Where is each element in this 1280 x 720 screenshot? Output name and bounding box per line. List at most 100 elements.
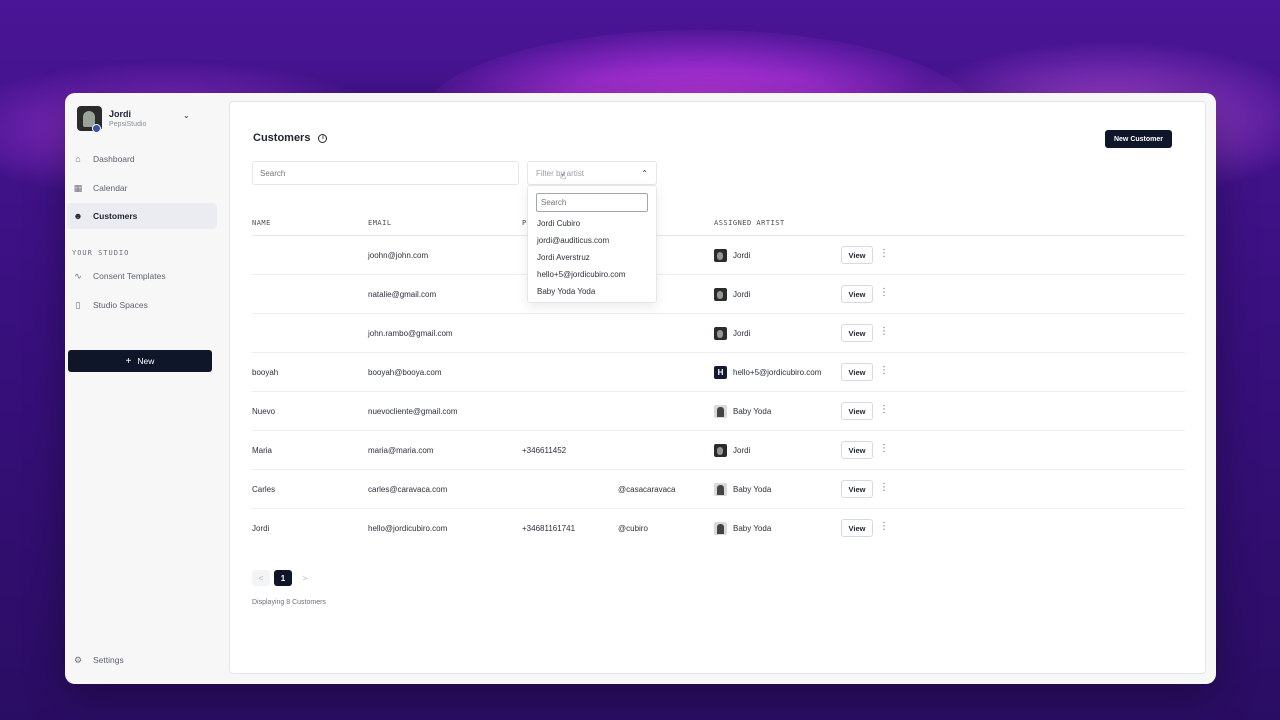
sidebar-item-dashboard[interactable]: ⌂ Dashboard <box>67 146 217 172</box>
more-vertical-icon[interactable]: ⋮ <box>879 365 889 377</box>
sidebar-item-label: Studio Spaces <box>93 300 148 310</box>
sidebar-item-calendar[interactable]: ▦ Calendar <box>67 175 217 201</box>
customer-phone: +346611452 <box>522 446 567 455</box>
dropdown-option[interactable]: Baby Yoda Yoda <box>537 287 595 296</box>
plus-icon: + <box>125 355 132 367</box>
more-vertical-icon[interactable]: ⋮ <box>879 326 889 338</box>
assigned-artist: Jordi <box>714 444 750 457</box>
door-icon: ▯ <box>75 300 81 310</box>
customer-phone: +34681161741 <box>522 524 576 533</box>
view-button[interactable]: View <box>841 246 873 264</box>
info-icon[interactable]: i <box>318 133 328 143</box>
view-button[interactable]: View <box>841 402 873 420</box>
page-title-text: Customers <box>253 132 311 144</box>
home-icon: ⌂ <box>75 154 81 164</box>
column-header-assigned-artist: ASSIGNED ARTIST <box>714 219 785 227</box>
sidebar-item-label: Dashboard <box>93 154 135 164</box>
customer-name: Nuevo <box>252 407 276 416</box>
customer-email: hello@jordicubiro.com <box>368 524 448 533</box>
sidebar-item-settings[interactable]: ⚙ Settings <box>67 647 217 673</box>
page-button-1[interactable]: 1 <box>274 570 292 586</box>
assigned-artist: Baby Yoda <box>714 405 771 418</box>
assigned-artist: Jordi <box>714 327 750 340</box>
customer-social: @casacaravaca <box>618 485 676 494</box>
dropdown-search-input[interactable] <box>536 193 648 212</box>
table-row: Maria maria@maria.com +346611452 Jordi V… <box>252 431 1185 470</box>
new-button-label: New <box>137 356 155 366</box>
view-button[interactable]: View <box>841 285 873 303</box>
customer-email: carles@caravaca.com <box>368 485 448 494</box>
new-customer-button[interactable]: New Customer <box>1105 130 1172 148</box>
assigned-artist: Hhello+5@jordicubiro.com <box>714 366 821 379</box>
more-vertical-icon[interactable]: ⋮ <box>879 404 889 416</box>
more-vertical-icon[interactable]: ⋮ <box>879 521 889 533</box>
app-window: Jordi PepsiStudio ⌄ ⌂ Dashboard ▦ Calend… <box>65 93 1216 684</box>
more-vertical-icon[interactable]: ⋮ <box>879 482 889 494</box>
view-button[interactable]: View <box>841 363 873 381</box>
pagination: < 1 > <box>252 570 318 586</box>
artist-name: Baby Yoda <box>733 407 772 416</box>
more-vertical-icon[interactable]: ⋮ <box>879 443 889 455</box>
customer-email: john.rambo@gmail.com <box>368 329 453 338</box>
column-header-email: EMAIL <box>368 219 392 227</box>
artist-avatar <box>714 444 727 457</box>
assigned-artist: Baby Yoda <box>714 483 771 496</box>
artist-name: Jordi <box>733 446 751 455</box>
view-button[interactable]: View <box>841 324 873 342</box>
table-row: Jordi hello@jordicubiro.com +34681161741… <box>252 509 1185 548</box>
new-button[interactable]: + New <box>68 350 212 372</box>
customer-email: natalie@gmail.com <box>368 290 437 299</box>
artist-name: Jordi <box>733 290 751 299</box>
artist-filter-dropdown: Jordi Cubiro jordi@auditicus.com Jordi A… <box>527 185 657 303</box>
gear-icon: ⚙ <box>73 655 83 665</box>
table-row: joohn@john.com Jordi View ⋮ <box>252 236 1185 275</box>
signature-icon: ∿ <box>74 271 82 281</box>
column-header-phone: P <box>522 219 527 227</box>
view-button[interactable]: View <box>841 441 873 459</box>
view-button[interactable]: View <box>841 480 873 498</box>
assigned-artist: Jordi <box>714 288 750 301</box>
table-row: Carles carles@caravaca.com @casacaravaca… <box>252 470 1185 509</box>
sidebar-item-customers[interactable]: ☻ Customers <box>67 203 217 229</box>
more-vertical-icon[interactable]: ⋮ <box>879 287 889 299</box>
assigned-artist: Baby Yoda <box>714 522 771 535</box>
artist-name: Jordi <box>733 251 751 260</box>
artist-name: hello+5@jordicubiro.com <box>733 368 822 377</box>
sidebar-item-label: Customers <box>93 211 138 221</box>
dropdown-option[interactable]: jordi@auditicus.com <box>537 236 609 245</box>
next-page-button[interactable]: > <box>296 570 314 586</box>
artist-name: Baby Yoda <box>733 524 772 533</box>
pointer-cursor-icon: ☝ <box>560 171 567 182</box>
dropdown-option[interactable]: Jordi Averstruz <box>537 253 590 262</box>
artist-avatar: H <box>714 366 727 379</box>
customer-email: nuevocliente@gmail.com <box>368 407 458 416</box>
artist-filter-select[interactable]: Filter by artist ⌃ ☝ <box>527 161 657 185</box>
calendar-icon: ▦ <box>73 183 83 193</box>
page-title: Customers i <box>253 132 328 144</box>
dropdown-option[interactable]: hello+5@jordicubiro.com <box>537 270 625 279</box>
sidebar-item-label: Settings <box>93 655 124 665</box>
artist-avatar <box>714 522 727 535</box>
studio-subtitle: PepsiStudio <box>109 120 147 128</box>
sidebar-item-consent-templates[interactable]: ∿ Consent Templates <box>67 263 217 289</box>
chevron-down-icon[interactable]: ⌄ <box>183 111 193 121</box>
sidebar-item-label: Consent Templates <box>93 271 166 281</box>
more-vertical-icon[interactable]: ⋮ <box>879 248 889 260</box>
artist-avatar <box>714 327 727 340</box>
dropdown-option[interactable]: Jordi Cubiro <box>537 219 580 228</box>
customer-email: booyah@booya.com <box>368 368 442 377</box>
customer-name: Maria <box>252 446 273 455</box>
user-plus-icon: ☻ <box>73 211 83 221</box>
search-input[interactable] <box>252 161 519 185</box>
artist-name: Baby Yoda <box>733 485 772 494</box>
artist-avatar <box>714 249 727 262</box>
results-summary: Displaying 8 Customers <box>252 599 326 606</box>
view-button[interactable]: View <box>841 519 873 537</box>
customer-name: Carles <box>252 485 276 494</box>
chevron-up-icon: ⌃ <box>641 169 648 178</box>
table-row: natalie@gmail.com Jordi View ⋮ <box>252 275 1185 314</box>
table-row: Nuevo nuevocliente@gmail.com Baby Yoda V… <box>252 392 1185 431</box>
sidebar-item-studio-spaces[interactable]: ▯ Studio Spaces <box>67 292 217 318</box>
main-panel: Customers i New Customer Filter by artis… <box>229 101 1206 674</box>
prev-page-button[interactable]: < <box>252 570 270 586</box>
